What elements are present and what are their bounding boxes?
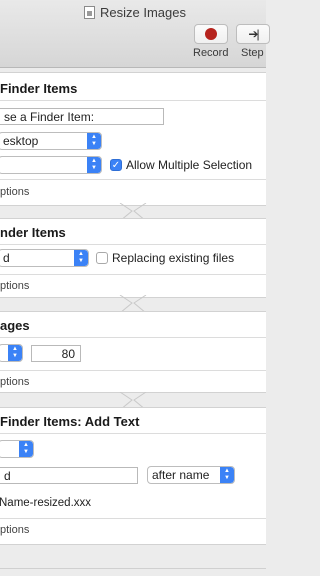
position-value: after name	[152, 468, 210, 482]
size-field[interactable]: 80	[31, 345, 81, 362]
type-popup[interactable]: ▲ ▼	[0, 156, 102, 174]
popup-arrows-icon: ▲ ▼	[74, 250, 88, 266]
step-label: Step	[241, 47, 264, 59]
start-location-popup[interactable]: esktop ▲ ▼	[0, 132, 102, 150]
document-icon	[84, 5, 95, 19]
window-title-text: Resize Images	[100, 4, 186, 20]
action-rename-add-text: Finder Items: Add Text ▲ ▼ d after name ▲…	[0, 407, 266, 545]
workflow-bottom-area	[0, 548, 266, 576]
options-label: ptions	[0, 376, 30, 388]
action-title: Finder Items: Add Text	[0, 414, 140, 429]
popup-arrows-icon: ▲ ▼	[87, 133, 101, 149]
copy-to-value: d	[3, 251, 10, 265]
action-title: nder Items	[0, 225, 66, 240]
step-icon: ➔|	[248, 27, 259, 41]
popup-arrows-icon: ▲ ▼	[87, 157, 101, 173]
allow-multiple-label: Allow Multiple Selection	[126, 158, 253, 172]
divider	[0, 337, 266, 338]
popup-arrows-icon: ▲ ▼	[8, 345, 22, 361]
replacing-checkbox[interactable]	[96, 252, 108, 264]
action-ask-finder-items: Finder Items se a Finder Item: esktop ▲ ▼…	[0, 72, 266, 206]
record-label: Record	[193, 47, 229, 59]
position-popup[interactable]: after name ▲ ▼	[147, 466, 235, 484]
prompt-field[interactable]: se a Finder Item:	[0, 108, 164, 125]
checkmark-icon: ✓	[111, 160, 121, 171]
action-title: Finder Items	[0, 81, 78, 96]
add-text-mode-popup[interactable]: ▲ ▼	[0, 440, 34, 458]
record-dot-icon	[205, 28, 217, 40]
add-text-field[interactable]: d	[0, 467, 138, 484]
options-label: ptions	[0, 280, 30, 292]
start-location-value: esktop	[3, 134, 39, 148]
allow-multiple-checkbox[interactable]: ✓	[110, 159, 122, 171]
window-title: Resize Images	[84, 4, 186, 20]
options-label: ptions	[0, 524, 30, 536]
record-button[interactable]	[194, 24, 228, 44]
step-button[interactable]: ➔|	[236, 24, 270, 44]
divider	[0, 244, 266, 245]
action-scale-images: ages ▲ ▼ 80 ptions	[0, 311, 266, 393]
options-toggle[interactable]: ptions	[0, 524, 29, 536]
divider	[0, 370, 266, 371]
window-titlebar: Resize Images Record ➔| Step	[0, 0, 270, 68]
action-title: ages	[0, 318, 30, 333]
divider	[0, 274, 266, 275]
divider	[0, 179, 266, 180]
popup-arrows-icon: ▲ ▼	[19, 441, 33, 457]
replacing-label: Replacing existing files	[112, 251, 235, 265]
divider	[0, 518, 266, 519]
divider	[0, 568, 266, 569]
action-copy-finder-items: nder Items d ▲ ▼ Replacing existing files…	[0, 218, 266, 298]
example-text: Name-resized.xxx	[0, 497, 92, 509]
popup-arrows-icon: ▲ ▼	[220, 467, 234, 483]
options-toggle[interactable]: ptions	[0, 186, 29, 198]
options-toggle[interactable]: ptions	[0, 280, 29, 292]
scale-mode-popup[interactable]: ▲ ▼	[0, 344, 23, 362]
divider	[0, 433, 266, 434]
options-toggle[interactable]: ptions	[0, 376, 29, 388]
options-label: ptions	[0, 186, 30, 198]
divider	[0, 100, 266, 101]
copy-to-popup[interactable]: d ▲ ▼	[0, 249, 89, 267]
